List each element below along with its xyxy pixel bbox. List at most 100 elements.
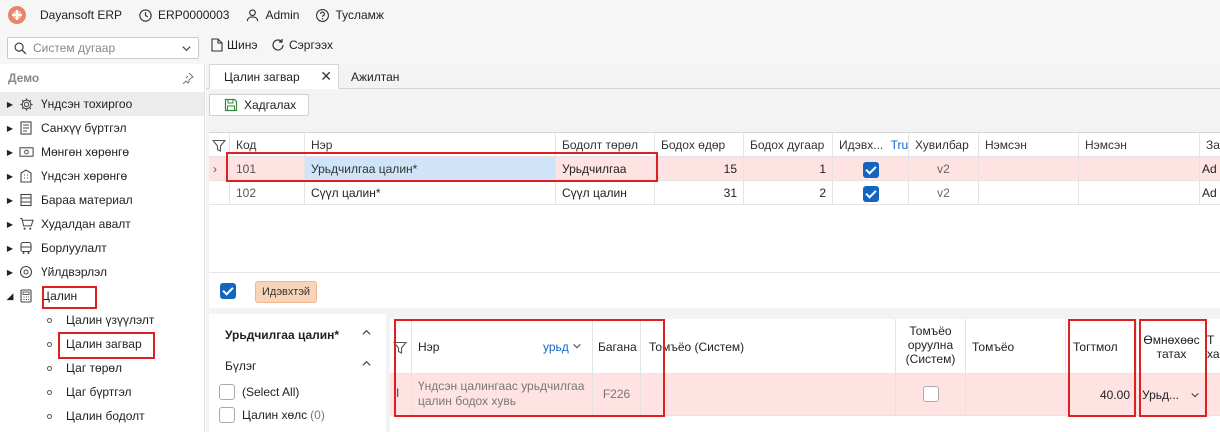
cell-calc-number[interactable]: 2 — [744, 181, 833, 205]
column-header-name[interactable]: Нэр — [305, 133, 556, 157]
column-header-more[interactable]: Т ха — [1207, 319, 1220, 374]
checkbox[interactable] — [219, 384, 235, 400]
checkbox-checked[interactable] — [862, 161, 879, 178]
filter-icon[interactable] — [390, 319, 412, 374]
cell-version[interactable]: v2 — [909, 157, 979, 181]
cell-name[interactable]: Үндсэн цалингаас урьдчилгаа цалин бодох … — [412, 374, 593, 416]
chevron-down-icon[interactable] — [1190, 389, 1200, 403]
sidebar-item-general-settings[interactable]: ▶ Үндсэн тохиргоо — [0, 92, 204, 116]
sidebar-item-payroll[interactable]: ◢ Цалин — [0, 284, 204, 308]
sidebar-item-inventory[interactable]: ▶ Бараа материал — [0, 188, 204, 212]
sidebar-item-production[interactable]: ▶ Үйлдвэрлэл — [0, 260, 204, 284]
expand-arrow-icon[interactable]: ▶ — [3, 244, 17, 253]
filter-badge-active[interactable]: Идэвхтэй — [255, 281, 318, 303]
cell-edited[interactable]: Ad — [1200, 157, 1220, 181]
checkbox[interactable] — [922, 386, 939, 402]
column-header-added[interactable]: Нэмсэн — [1079, 133, 1200, 157]
cell-edited[interactable]: Ad — [1200, 181, 1220, 205]
cell-active[interactable] — [833, 157, 909, 181]
cell-added[interactable] — [1079, 181, 1200, 205]
search-input[interactable] — [33, 41, 173, 55]
tab-employee[interactable]: Ажилтан — [351, 64, 399, 89]
sidebar-subitem-salary-template[interactable]: Цалин загвар — [0, 332, 204, 356]
help-link[interactable]: Тусламж — [315, 8, 384, 23]
sidebar-item-purchasing[interactable]: ▶ Худалдан авалт — [0, 212, 204, 236]
search-box[interactable] — [7, 37, 199, 59]
cell-calc-number[interactable]: 1 — [744, 157, 833, 181]
cell-from-previous[interactable]: Урьд... — [1137, 374, 1207, 416]
pin-icon[interactable] — [182, 72, 194, 84]
table-row[interactable]: I Үндсэн цалингаас урьдчилгаа цалин бодо… — [390, 374, 1220, 416]
collapse-arrow-icon[interactable]: ◢ — [3, 291, 17, 302]
cell-added[interactable] — [1079, 157, 1200, 181]
expand-arrow-icon[interactable]: ▶ — [3, 124, 17, 133]
cell-calc-day[interactable]: 15 — [655, 157, 744, 181]
cell-name[interactable]: Урьдчилгаа цалин* — [305, 157, 556, 181]
sidebar-item-fixed-assets[interactable]: ▶ Үндсэн хөрөнгө — [0, 164, 204, 188]
sidebar-item-sales[interactable]: ▶ Борлуулалт — [0, 236, 204, 260]
column-header-active[interactable]: Идэвх... True — [833, 133, 909, 157]
checkbox-checked[interactable] — [862, 185, 879, 202]
cell-calc-day[interactable]: 31 — [655, 181, 744, 205]
option-salary-wage[interactable]: Цалин хөлс (0) — [219, 407, 325, 423]
column-header-name[interactable]: Нэр урьд — [412, 319, 593, 374]
column-header-calc-type[interactable]: Бодолт төрөл — [556, 133, 655, 157]
save-button[interactable]: Хадгалах — [209, 94, 309, 116]
expand-arrow-icon[interactable]: ▶ — [3, 100, 17, 109]
cell-name[interactable]: Сүүл цалин* — [305, 181, 556, 205]
sidebar-item-finance[interactable]: ▶ Санхүү бүртгэл — [0, 116, 204, 140]
sidebar-subitem-time-type[interactable]: Цаг төрөл — [0, 356, 204, 380]
option-select-all[interactable]: (Select All) — [219, 384, 299, 400]
chevron-down-icon[interactable] — [181, 43, 192, 54]
chevron-up-icon[interactable] — [361, 358, 372, 372]
cell-formula-system[interactable] — [641, 374, 896, 416]
app-name[interactable]: Dayansoft ERP — [40, 8, 122, 22]
expand-arrow-icon[interactable]: ▶ — [3, 172, 17, 181]
column-header-from-previous[interactable]: Өмнөхөөс татах — [1137, 319, 1207, 374]
cell-added[interactable] — [979, 181, 1079, 205]
new-button[interactable]: Шинэ — [211, 38, 257, 52]
cell-added[interactable] — [979, 157, 1079, 181]
column-header-formula[interactable]: Томъёо — [966, 319, 1066, 374]
close-icon[interactable]: ✕ — [320, 68, 332, 85]
cell-fixed[interactable]: 40.00 — [1066, 374, 1137, 416]
column-header-calc-number[interactable]: Бодох дугаар — [744, 133, 833, 157]
cell-more[interactable] — [1207, 374, 1220, 416]
cell-version[interactable]: v2 — [909, 181, 979, 205]
checkbox[interactable] — [219, 407, 235, 423]
chevron-down-icon[interactable] — [572, 340, 582, 354]
table-row[interactable]: › 101 Урьдчилгаа цалин* Урьдчилгаа 15 1 … — [209, 157, 1220, 181]
refresh-button[interactable]: Сэргээх — [271, 38, 333, 52]
column-header-formula-system[interactable]: Томъёо (Систем) — [641, 319, 896, 374]
company-selector[interactable]: ERP0000003 — [138, 8, 229, 23]
column-header-version[interactable]: Хувилбар — [909, 133, 979, 157]
table-row[interactable]: 102 Сүүл цалин* Сүүл цалин 31 2 v2 Ad — [209, 181, 1220, 205]
sidebar-item-cash[interactable]: ▶ Мөнгөн хөрөнгө — [0, 140, 204, 164]
column-header-calc-day[interactable]: Бодох өдөр — [655, 133, 744, 157]
cell-calc-type[interactable]: Урьдчилгаа — [556, 157, 655, 181]
filter-icon[interactable] — [209, 133, 230, 157]
column-header-column[interactable]: Багана — [593, 319, 641, 374]
column-header-formula-editable[interactable]: Томъёо оруулна (Систем) — [896, 319, 966, 374]
cell-code[interactable]: 102 — [230, 181, 305, 205]
column-header-fixed[interactable]: Тогтмол — [1066, 319, 1137, 374]
column-header-code[interactable]: Код — [230, 133, 305, 157]
expand-arrow-icon[interactable]: ▶ — [3, 196, 17, 205]
tab-salary-template[interactable]: Цалин загвар ✕ — [209, 64, 339, 89]
expand-arrow-icon[interactable]: ▶ — [3, 220, 17, 229]
cell-active[interactable] — [833, 181, 909, 205]
sidebar-subitem-salary-indicator[interactable]: Цалин үзүүлэлт — [0, 308, 204, 332]
cell-formula-editable[interactable] — [896, 374, 966, 416]
filter-enable-checkbox[interactable] — [220, 283, 236, 299]
column-header-edited[interactable]: Зас — [1200, 133, 1220, 157]
sidebar-subitem-time-record[interactable]: Цаг бүртгэл — [0, 380, 204, 404]
expand-arrow-icon[interactable]: ▶ — [3, 148, 17, 157]
cell-calc-type[interactable]: Сүүл цалин — [556, 181, 655, 205]
expand-arrow-icon[interactable]: ▶ — [3, 268, 17, 277]
column-header-added[interactable]: Нэмсэн — [979, 133, 1079, 157]
cell-formula[interactable] — [966, 374, 1066, 416]
cell-code[interactable]: 101 — [230, 157, 305, 181]
cell-column[interactable]: F226 — [593, 374, 641, 416]
sidebar-subitem-salary-calculation[interactable]: Цалин бодолт — [0, 404, 204, 428]
user-menu[interactable]: Admin — [245, 8, 299, 23]
